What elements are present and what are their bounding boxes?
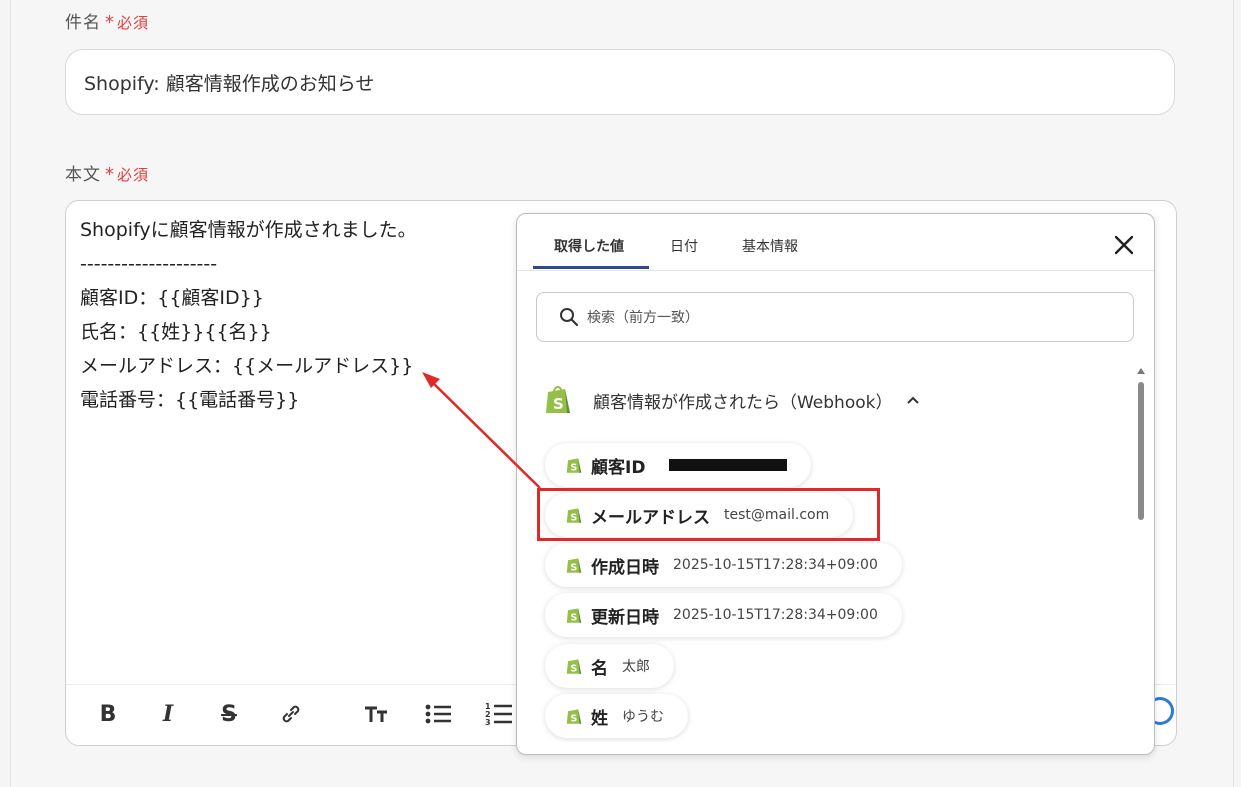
- svg-text:S: S: [570, 713, 577, 724]
- svg-text:S: S: [570, 612, 577, 623]
- chevron-up-icon: [907, 396, 920, 404]
- link-button[interactable]: [276, 699, 306, 729]
- svg-text:3: 3: [485, 718, 491, 727]
- required-star: *: [105, 12, 115, 33]
- subject-label-text: 件名: [65, 13, 101, 33]
- variable-key: 名: [591, 658, 608, 679]
- link-icon: [282, 705, 300, 723]
- scroll-up-arrow-icon[interactable]: [1137, 368, 1145, 374]
- search-placeholder: 検索（前方一致）: [587, 310, 699, 326]
- bullet-list-icon: [425, 704, 451, 724]
- close-button[interactable]: [1111, 232, 1137, 258]
- variable-value: ゆうむ: [622, 709, 664, 725]
- subject-value: Shopify: 顧客情報作成のお知らせ: [84, 72, 375, 95]
- body-label: 本文 * 必須: [65, 160, 149, 185]
- subject-input[interactable]: Shopify: 顧客情報作成のお知らせ: [65, 49, 1175, 115]
- body-label-text: 本文: [65, 165, 101, 185]
- tab-acquired-values[interactable]: 取得した値: [554, 236, 624, 256]
- bold-icon: B: [99, 701, 117, 727]
- required-badge: 必須: [117, 14, 150, 32]
- variable-value: 2025-10-15T17:28:34+09:00: [673, 607, 878, 623]
- bullet-list-button[interactable]: [423, 699, 453, 729]
- bold-button[interactable]: B: [93, 699, 123, 729]
- search-icon: [560, 308, 579, 327]
- shopify-icon: S: [566, 608, 582, 623]
- popup-tabs: 取得した値 日付 基本情報: [517, 214, 1154, 271]
- variable-key: 更新日時: [591, 607, 659, 628]
- close-icon: [1114, 235, 1134, 255]
- required-star: *: [105, 164, 115, 185]
- body-text[interactable]: Shopifyに顧客情報が作成されました。 ------------------…: [80, 213, 417, 417]
- numbered-list-icon: 123: [485, 702, 512, 727]
- svg-text:S: S: [570, 462, 577, 473]
- shopify-icon: S: [566, 709, 582, 724]
- strikethrough-icon: S: [221, 701, 237, 727]
- subject-label: 件名 * 必須: [65, 8, 149, 33]
- shopify-icon: S: [566, 659, 582, 674]
- italic-button[interactable]: I: [153, 699, 183, 729]
- text-size-button[interactable]: [361, 699, 391, 729]
- variable-item-created-at[interactable]: S 作成日時 2025-10-15T17:28:34+09:00: [545, 543, 902, 587]
- active-tab-indicator: [533, 266, 649, 269]
- tab-date[interactable]: 日付: [670, 236, 698, 256]
- scroll-thumb[interactable]: [1138, 382, 1144, 520]
- shopify-icon: S: [566, 458, 582, 473]
- variable-key: 姓: [591, 708, 608, 729]
- svg-text:S: S: [570, 663, 577, 674]
- search-input[interactable]: 検索（前方一致）: [536, 292, 1134, 342]
- variable-picker-popup: 取得した値 日付 基本情報 検索（前方一致） S 顧客情報が作成されたら（Web…: [516, 213, 1155, 755]
- redacted-value: [669, 459, 788, 471]
- popup-scrollbar[interactable]: [1136, 368, 1146, 754]
- variable-key: 作成日時: [591, 557, 659, 578]
- group-header[interactable]: S 顧客情報が作成されたら（Webhook）: [543, 384, 920, 416]
- group-title: 顧客情報が作成されたら（Webhook）: [593, 392, 893, 413]
- shopify-icon: S: [566, 558, 582, 573]
- italic-icon: I: [162, 701, 174, 727]
- variable-item-first-name[interactable]: S 名 太郎: [545, 644, 674, 688]
- text-size-icon: [365, 706, 387, 722]
- svg-text:S: S: [553, 395, 564, 413]
- shopify-icon: S: [546, 386, 570, 413]
- svg-text:S: S: [570, 562, 577, 573]
- required-badge: 必須: [117, 166, 150, 184]
- variable-item-customer-id[interactable]: S 顧客ID: [545, 443, 812, 487]
- variable-value: 太郎: [622, 659, 650, 675]
- variable-value: 2025-10-15T17:28:34+09:00: [673, 557, 878, 573]
- numbered-list-button[interactable]: 123: [484, 699, 514, 729]
- variable-key: 顧客ID: [591, 457, 646, 478]
- variable-item-updated-at[interactable]: S 更新日時 2025-10-15T17:28:34+09:00: [545, 593, 902, 637]
- annotation-highlight-box: [537, 488, 880, 541]
- strike-button[interactable]: S: [214, 699, 244, 729]
- tab-basic-info[interactable]: 基本情報: [742, 236, 798, 256]
- variable-item-last-name[interactable]: S 姓 ゆうむ: [545, 694, 688, 738]
